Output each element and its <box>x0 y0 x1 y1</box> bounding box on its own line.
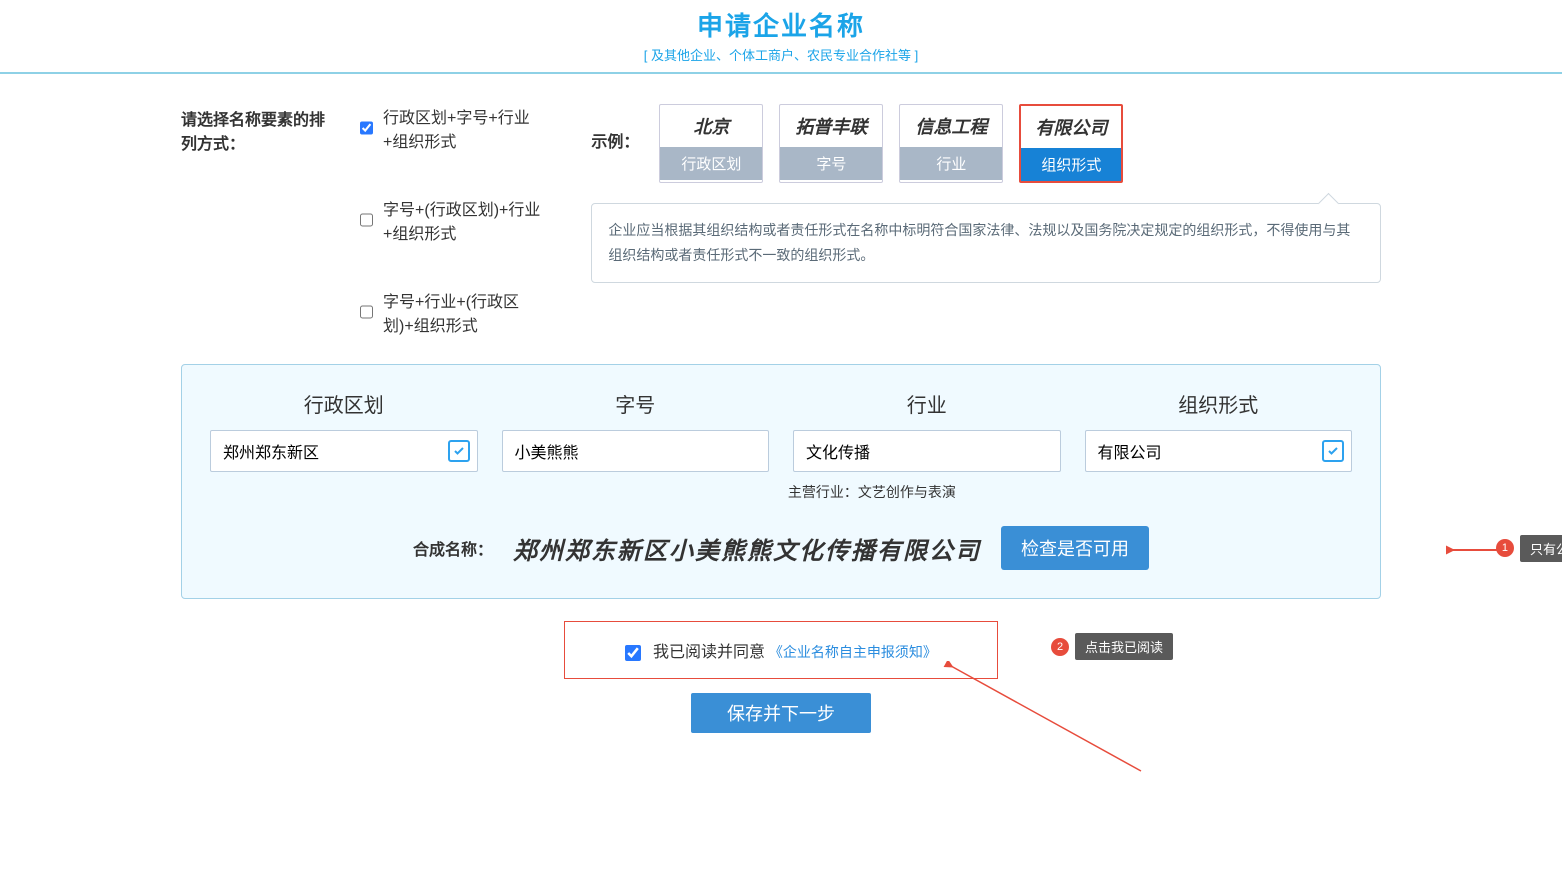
agree-inner: 我已阅读并同意 《企业名称自主申报须知》 <box>564 621 998 679</box>
hint-tooltip: 企业应当根据其组织结构或者责任形式在名称中标明符合国家法律、法规以及国务院决定规… <box>591 203 1381 283</box>
arrow-2-icon <box>941 661 1161 781</box>
check-icon <box>1327 445 1339 457</box>
annotation-1-label: 只有公司名称检查可用，不重复 <box>1520 535 1562 562</box>
agree-section: 我已阅读并同意 《企业名称自主申报须知》 2 点击我已阅读 <box>181 621 1381 679</box>
annotation-2-badge: 2 <box>1051 638 1069 656</box>
combined-label: 合成名称： <box>413 536 493 560</box>
main-container: 请选择名称要素的排列方式： 行政区划+字号+行业+组织形式 字号+(行政区划)+… <box>91 74 1471 753</box>
example-section: 示例： 北京 行政区划 拓普丰联 字号 信息工程 行业 有限 <box>591 104 1381 336</box>
form-panel: 行政区划 字号 行业 组 <box>181 364 1381 599</box>
agree-checkbox[interactable] <box>625 645 641 661</box>
check-icon <box>453 445 465 457</box>
option-3-label: 字号+行业+(行政区划)+组织形式 <box>383 288 551 336</box>
example-box-shopname[interactable]: 拓普丰联 字号 <box>779 104 883 183</box>
field-industry: 行业 <box>793 389 1061 472</box>
save-next-button[interactable]: 保存并下一步 <box>691 693 871 733</box>
picker-icon-region[interactable] <box>448 440 470 462</box>
field-orgform: 组织形式 <box>1085 389 1353 472</box>
input-region[interactable] <box>210 430 478 472</box>
annotation-1: 1 只有公司名称检查可用，不重复 <box>1496 535 1562 562</box>
option-1-label: 行政区划+字号+行业+组织形式 <box>383 104 551 152</box>
example-box-orgform[interactable]: 有限公司 组织形式 <box>1019 104 1123 183</box>
field-region: 行政区划 <box>210 389 478 472</box>
annotation-2-label: 点击我已阅读 <box>1075 633 1173 660</box>
option-1-checkbox[interactable] <box>360 120 373 136</box>
agree-text: 我已阅读并同意 <box>653 644 765 661</box>
naming-options-section: 请选择名称要素的排列方式： 行政区划+字号+行业+组织形式 字号+(行政区划)+… <box>181 104 551 336</box>
sub-industry: 主营行业：文艺创作与表演 <box>788 482 1352 502</box>
annotation-1-badge: 1 <box>1496 539 1514 557</box>
example-label: 示例： <box>591 104 639 152</box>
option-2-label: 字号+(行政区划)+行业+组织形式 <box>383 196 551 244</box>
options-list: 行政区划+字号+行业+组织形式 字号+(行政区划)+行业+组织形式 字号+行业+… <box>360 104 551 336</box>
field-shopname: 字号 <box>502 389 770 472</box>
option-2[interactable]: 字号+(行政区划)+行业+组织形式 <box>360 196 551 244</box>
page-header: 申请企业名称 [ 及其他企业、个体工商户、农民专业合作社等 ] <box>0 0 1562 74</box>
page-title: 申请企业名称 <box>0 6 1562 43</box>
example-box-region[interactable]: 北京 行政区划 <box>659 104 763 183</box>
check-availability-button[interactable]: 检查是否可用 <box>1001 526 1149 570</box>
fields-row: 行政区划 字号 行业 组 <box>210 389 1352 472</box>
example-boxes: 北京 行政区划 拓普丰联 字号 信息工程 行业 有限公司 组织形式 <box>659 104 1123 183</box>
option-3[interactable]: 字号+行业+(行政区划)+组织形式 <box>360 288 551 336</box>
combined-name: 郑州郑东新区小美熊熊文化传播有限公司 <box>513 531 981 566</box>
option-1[interactable]: 行政区划+字号+行业+组织形式 <box>360 104 551 152</box>
input-orgform[interactable] <box>1085 430 1353 472</box>
input-industry[interactable] <box>793 430 1061 472</box>
page-subtitle: [ 及其他企业、个体工商户、农民专业合作社等 ] <box>0 45 1562 64</box>
picker-icon-orgform[interactable] <box>1322 440 1344 462</box>
top-row: 请选择名称要素的排列方式： 行政区划+字号+行业+组织形式 字号+(行政区划)+… <box>181 104 1381 336</box>
annotation-2: 2 点击我已阅读 <box>1051 633 1173 660</box>
naming-select-label: 请选择名称要素的排列方式： <box>181 104 336 336</box>
agree-link[interactable]: 《企业名称自主申报须知》 <box>769 644 937 660</box>
option-3-checkbox[interactable] <box>360 304 373 320</box>
combined-row: 合成名称： 郑州郑东新区小美熊熊文化传播有限公司 检查是否可用 1 只有公司名称… <box>210 526 1352 570</box>
option-2-checkbox[interactable] <box>360 212 373 228</box>
input-shopname[interactable] <box>502 430 770 472</box>
example-box-industry[interactable]: 信息工程 行业 <box>899 104 1003 183</box>
